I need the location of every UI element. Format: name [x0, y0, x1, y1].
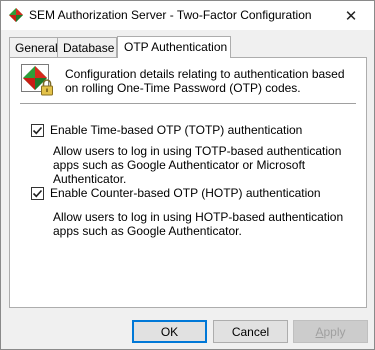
- diamond-lock-icon: [21, 64, 53, 96]
- ok-button[interactable]: OK: [132, 320, 207, 343]
- apply-label-rest: pply: [323, 324, 346, 339]
- close-button[interactable]: ✕: [328, 1, 374, 30]
- title-bar[interactable]: SEM Authorization Server - Two-Factor Co…: [1, 1, 374, 30]
- totp-label[interactable]: Enable Time-based OTP (TOTP) authenticat…: [50, 123, 302, 137]
- hotp-option[interactable]: Enable Counter-based OTP (HOTP) authenti…: [31, 186, 321, 200]
- tab-otp-authentication[interactable]: OTP Authentication: [117, 36, 231, 58]
- checkmark-icon: [32, 189, 43, 197]
- tab-database[interactable]: Database: [57, 37, 117, 57]
- hotp-checkbox[interactable]: [31, 186, 44, 200]
- tab-panel-otp: Configuration details relating to authen…: [9, 57, 367, 308]
- tab-general[interactable]: General: [9, 37, 58, 57]
- cancel-button[interactable]: Cancel: [213, 320, 288, 343]
- hotp-label[interactable]: Enable Counter-based OTP (HOTP) authenti…: [50, 186, 321, 200]
- dialog-window: SEM Authorization Server - Two-Factor Co…: [0, 0, 375, 350]
- hotp-description: Allow users to log in using HOTP-based a…: [53, 210, 344, 238]
- header-description: Configuration details relating to authen…: [65, 67, 345, 95]
- apply-button: Apply: [293, 320, 368, 343]
- totp-checkbox[interactable]: [31, 123, 44, 137]
- window-title: SEM Authorization Server - Two-Factor Co…: [29, 8, 312, 22]
- checkmark-icon: [32, 126, 43, 134]
- totp-description: Allow users to log in using TOTP-based a…: [53, 144, 342, 186]
- apply-label-accelerator: A: [315, 324, 324, 339]
- diamond-app-icon: [9, 8, 23, 22]
- totp-option[interactable]: Enable Time-based OTP (TOTP) authenticat…: [31, 123, 302, 137]
- close-icon: ✕: [344, 7, 358, 25]
- header-separator: [20, 103, 356, 104]
